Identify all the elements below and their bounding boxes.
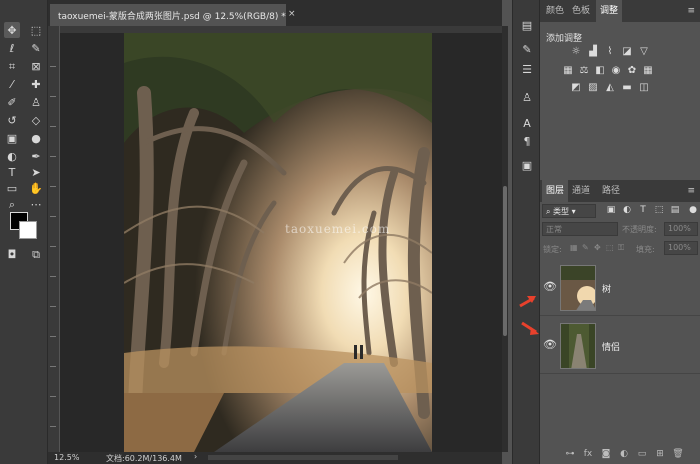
watermark: taoxuemei.com (285, 222, 391, 236)
red-arrow-icon (519, 296, 536, 308)
red-arrow-icon (521, 321, 539, 335)
